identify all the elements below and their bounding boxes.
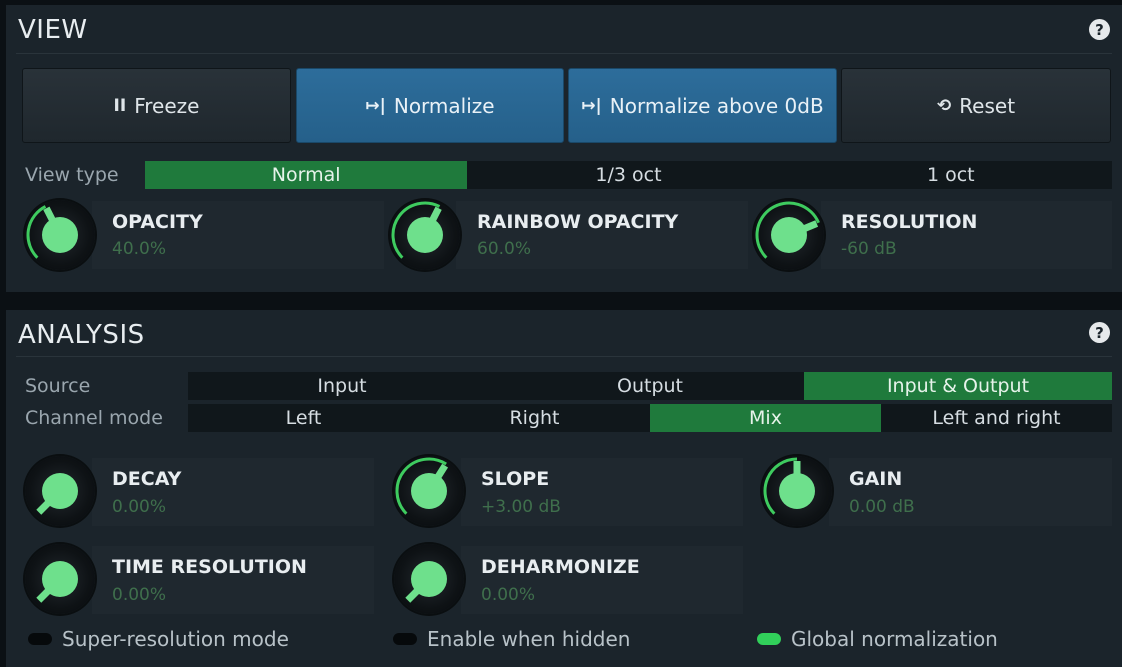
slope-knob[interactable]	[394, 456, 464, 526]
knob-pointer	[427, 206, 442, 226]
view-type-option-normal[interactable]: Normal	[145, 161, 468, 189]
normalize-above-icon: ↦|	[581, 95, 602, 116]
channel-mode-label: Channel mode	[25, 407, 163, 429]
knob-graphic	[755, 201, 820, 259]
resolution-knob[interactable]	[754, 200, 824, 270]
knob-pointer	[36, 585, 54, 603]
time-resolution-name: TIME RESOLUTION	[112, 556, 307, 578]
channel-mode-selector: Left Right Mix Left and right	[188, 404, 1112, 432]
resolution-value: -60 dB	[841, 239, 897, 259]
view-help-icon[interactable]: ?	[1089, 19, 1110, 40]
knob-pointer	[43, 206, 58, 226]
enable-when-hidden-switch[interactable]	[393, 633, 417, 645]
super-resolution-toggle[interactable]: Super-resolution mode	[28, 627, 289, 651]
reset-icon: ⟲	[936, 95, 952, 116]
freeze-button[interactable]: II Freeze	[22, 68, 291, 143]
normalize-above-label: Normalize above 0dB	[609, 93, 824, 118]
gain-name: GAIN	[849, 468, 903, 490]
view-title: VIEW	[18, 15, 88, 45]
slope-name: SLOPE	[481, 468, 550, 490]
gain-knob[interactable]	[762, 456, 832, 526]
knob-graphic	[405, 561, 447, 603]
global-normalization-label: Global normalization	[791, 627, 998, 651]
rainbow-opacity-value: 60.0%	[477, 239, 532, 259]
global-normalization-switch[interactable]	[757, 633, 781, 645]
source-option-input-output[interactable]: Input & Output	[804, 372, 1112, 400]
time-resolution-knob[interactable]	[25, 544, 95, 614]
normalize-above-0db-button[interactable]: ↦| Normalize above 0dB	[568, 68, 837, 143]
reset-label: Reset	[959, 93, 1016, 118]
knob-graphic	[391, 201, 443, 259]
normalize-icon: ↦|	[365, 95, 386, 116]
channel-option-mix[interactable]: Mix	[650, 404, 881, 432]
reset-button[interactable]: ⟲ Reset	[841, 68, 1111, 143]
knob-graphic	[36, 561, 78, 603]
rainbow-opacity-name: RAINBOW OPACITY	[477, 211, 679, 233]
source-selector: Input Output Input & Output	[188, 372, 1112, 400]
analysis-panel: ANALYSIS ? Source Input Output Input & O…	[6, 310, 1122, 667]
knob-pointer	[432, 463, 449, 483]
source-option-output[interactable]: Output	[496, 372, 804, 400]
slope-value: +3.00 dB	[481, 497, 561, 517]
super-resolution-label: Super-resolution mode	[62, 627, 289, 651]
knob-pointer	[36, 497, 54, 515]
opacity-knob[interactable]	[25, 200, 95, 270]
opacity-value: 40.0%	[112, 239, 167, 259]
opacity-name: OPACITY	[112, 211, 203, 233]
knob-body	[771, 217, 807, 253]
resolution-name: RESOLUTION	[841, 211, 978, 233]
deharmonize-knob[interactable]	[394, 544, 464, 614]
view-title-divider	[16, 53, 1112, 54]
source-option-input[interactable]: Input	[188, 372, 496, 400]
view-type-option-third-oct[interactable]: 1/3 oct	[467, 161, 789, 189]
knob-body	[407, 217, 443, 253]
normalize-button[interactable]: ↦| Normalize	[296, 68, 564, 143]
knob-graphic	[763, 457, 815, 515]
knob-body	[42, 217, 78, 253]
knob-graphic	[36, 473, 78, 515]
view-type-option-one-oct[interactable]: 1 oct	[790, 161, 1112, 189]
view-type-selector: Normal 1/3 oct 1 oct	[145, 161, 1112, 189]
knob-graphic	[395, 457, 449, 515]
source-label: Source	[25, 375, 91, 397]
pause-icon: II	[113, 95, 127, 116]
decay-name: DECAY	[112, 468, 182, 490]
enable-when-hidden-label: Enable when hidden	[427, 627, 631, 651]
analysis-help-icon[interactable]: ?	[1089, 322, 1110, 343]
analysis-title: ANALYSIS	[18, 320, 145, 350]
deharmonize-name: DEHARMONIZE	[481, 556, 640, 578]
channel-option-right[interactable]: Right	[419, 404, 650, 432]
analysis-title-divider	[16, 356, 1112, 357]
decay-value: 0.00%	[112, 497, 167, 517]
knob-graphic	[26, 205, 78, 259]
view-panel: VIEW ? II Freeze ↦| Normalize ↦| Normali…	[6, 5, 1122, 292]
deharmonize-value: 0.00%	[481, 585, 536, 605]
knob-pointer	[405, 585, 423, 603]
rainbow-opacity-knob[interactable]	[390, 200, 460, 270]
global-normalization-toggle[interactable]: Global normalization	[757, 627, 998, 651]
enable-when-hidden-toggle[interactable]: Enable when hidden	[393, 627, 630, 651]
channel-option-left[interactable]: Left	[188, 404, 419, 432]
freeze-label: Freeze	[134, 93, 200, 118]
decay-knob[interactable]	[25, 456, 95, 526]
gain-value: 0.00 dB	[849, 497, 915, 517]
channel-option-left-and-right[interactable]: Left and right	[881, 404, 1112, 432]
view-type-label: View type	[25, 164, 119, 186]
super-resolution-switch[interactable]	[28, 633, 52, 645]
time-resolution-value: 0.00%	[112, 585, 167, 605]
knob-body	[411, 473, 447, 509]
normalize-label: Normalize	[393, 93, 495, 118]
